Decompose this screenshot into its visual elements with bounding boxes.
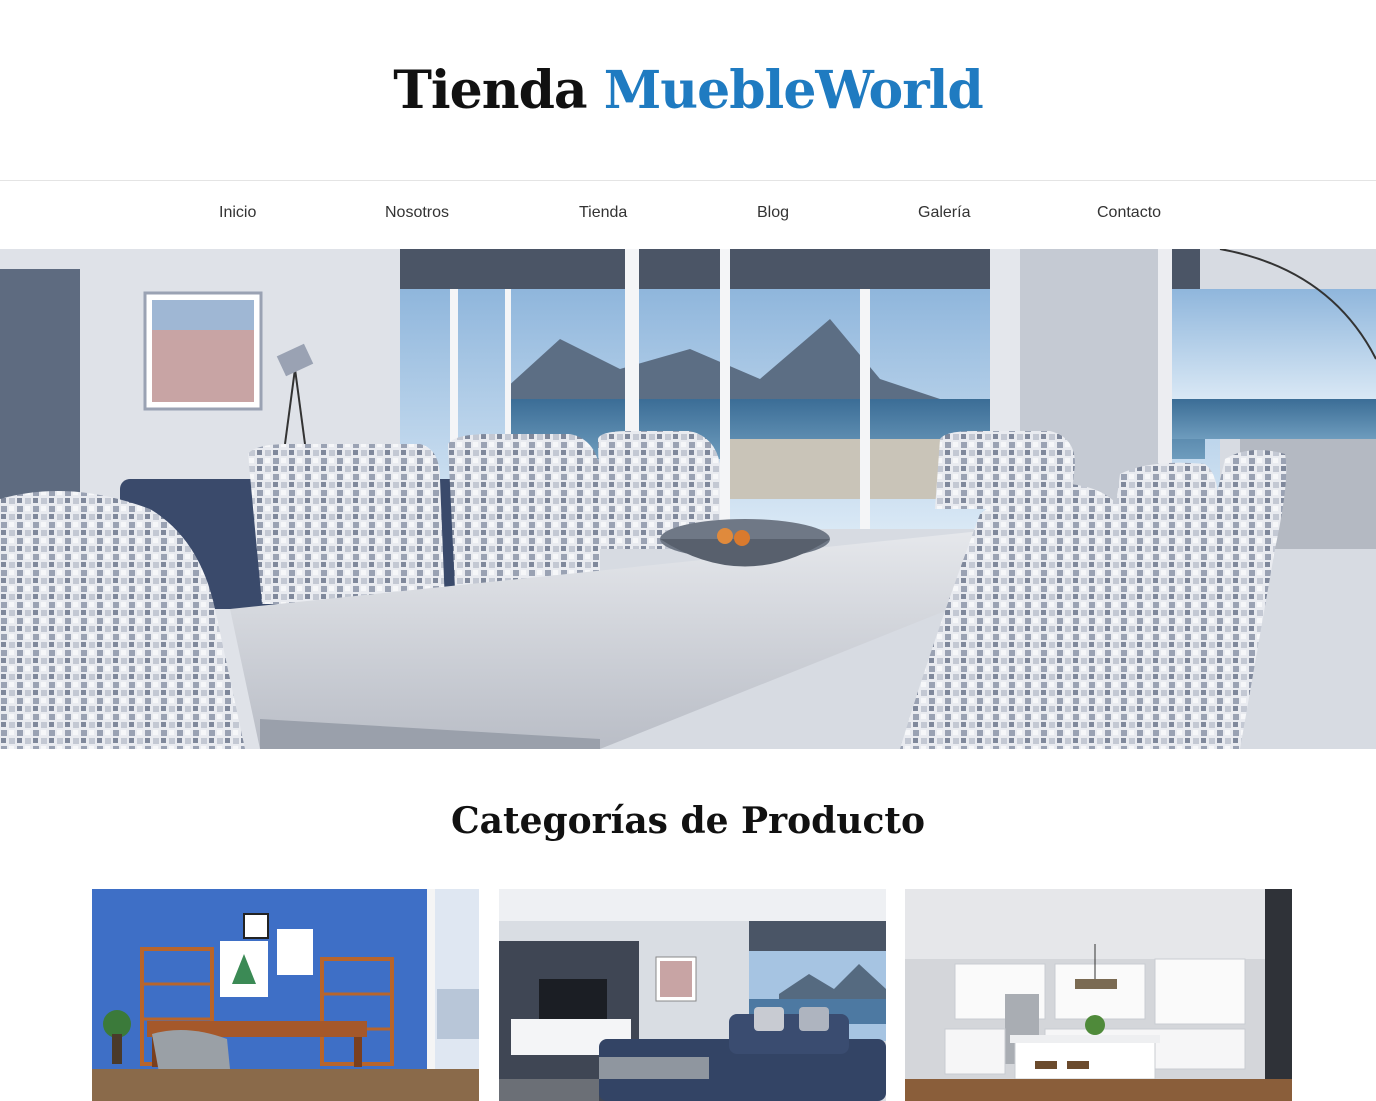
nav-link-contacto[interactable]: Contacto <box>1097 204 1161 222</box>
site-header: Tienda MuebleWorld <box>0 0 1376 180</box>
section-title: Categorías de Producto <box>450 800 926 842</box>
nav-link-blog[interactable]: Blog <box>757 204 789 222</box>
category-card-living-room[interactable] <box>499 889 886 1101</box>
category-card-kitchen[interactable] <box>905 889 1292 1101</box>
nav-link-inicio[interactable]: Inicio <box>219 204 256 222</box>
category-image-kitchen <box>905 889 1292 1101</box>
site-title-part1: Tienda <box>393 59 587 121</box>
category-image-living-room <box>499 889 886 1101</box>
main-nav: Inicio Nosotros Tienda Blog Galería Cont… <box>0 180 1376 249</box>
category-card-office[interactable] <box>92 889 479 1101</box>
hero-dining-room-illustration <box>0 249 1376 749</box>
site-title-part2: MuebleWorld <box>603 59 984 121</box>
nav-link-galeria[interactable]: Galería <box>918 204 970 222</box>
category-image-office <box>92 889 479 1101</box>
nav-link-nosotros[interactable]: Nosotros <box>385 204 449 222</box>
hero-image <box>0 249 1376 749</box>
nav-link-tienda[interactable]: Tienda <box>579 204 627 222</box>
site-title[interactable]: Tienda MuebleWorld <box>393 59 984 121</box>
